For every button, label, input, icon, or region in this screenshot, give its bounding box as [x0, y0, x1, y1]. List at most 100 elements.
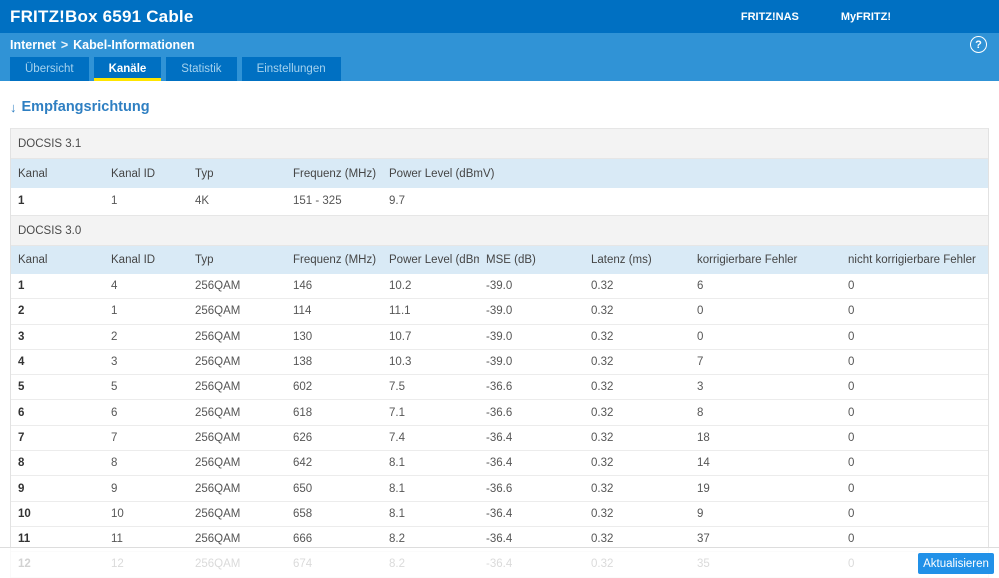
table-cell: 642: [293, 457, 313, 470]
table-cell: 138: [293, 356, 313, 369]
table-cell: 3: [697, 381, 704, 394]
table-cell: 0.32: [591, 507, 614, 520]
main-content: ↓ Empfangsrichtung DOCSIS 3.1 Kanal Kanal…: [0, 91, 999, 578]
table-cell: 256QAM: [195, 406, 241, 419]
table-cell: -39.0: [486, 305, 513, 318]
table-cell: 10: [18, 507, 31, 520]
table-cell: 0.32: [591, 457, 614, 470]
fritznas-link[interactable]: FRITZ!NAS: [741, 11, 799, 23]
table-cell: 3: [18, 330, 25, 343]
table-cell: 6: [697, 279, 704, 292]
table-cell: 4: [111, 279, 118, 292]
table-cell: 11.1: [389, 305, 411, 318]
column-header: korrigierbare Fehler: [697, 253, 798, 266]
table-cell: -39.0: [486, 330, 513, 343]
table-cell: 8.1: [389, 457, 405, 470]
table-cell: -39.0: [486, 279, 513, 292]
table-cell: 3: [111, 356, 118, 369]
down-arrow-icon: ↓: [10, 99, 17, 115]
table-row: 2 1 256QAM 114 11.1 -39.0 0.32 0 0: [11, 298, 988, 325]
table-cell: 4K: [195, 195, 210, 208]
table-cell: 256QAM: [195, 305, 241, 318]
table-cell: 0: [848, 381, 855, 394]
column-header: MSE (dB): [486, 253, 536, 266]
table-cell: 130: [293, 330, 313, 343]
table-row: 1 1 4K 151 - 325 9.7: [11, 188, 988, 215]
table-cell: 9: [697, 507, 704, 520]
table-cell: 5: [18, 381, 25, 394]
column-header: Power Level (dBmV): [389, 167, 495, 180]
column-header: nicht korrigierbare Fehler: [848, 253, 976, 266]
breadcrumb-separator-icon: >: [60, 38, 69, 52]
myfritz-link[interactable]: MyFRITZ!: [841, 11, 891, 23]
table-cell: 4: [18, 356, 25, 369]
table-cell: 0: [848, 406, 855, 419]
table-cell: 256QAM: [195, 330, 241, 343]
table-cell: 256QAM: [195, 381, 241, 394]
table-cell: 256QAM: [195, 431, 241, 444]
column-header: Kanal ID: [111, 253, 156, 266]
table-row: 8 8 256QAM 642 8.1 -36.4 0.32 14 0: [11, 450, 988, 476]
table-cell: 146: [293, 279, 313, 292]
tab-einstellungen[interactable]: Einstellungen: [241, 57, 341, 81]
table-cell: 0.32: [591, 406, 614, 419]
docsis31-header-row: Kanal Kanal ID Typ Frequenz (MHz) Power Leve…: [11, 159, 988, 188]
table-cell: 8.1: [389, 482, 405, 495]
table-cell: 1: [111, 305, 118, 318]
table-row: 6 6 256QAM 618 7.1 -36.6 0.32 8 0: [11, 399, 988, 426]
table-cell: 6: [111, 406, 118, 419]
column-header: Kanal ID: [111, 167, 156, 180]
docsis30-table: Kanal Kanal ID Typ Frequenz (MHz) Power Leve…: [11, 245, 988, 578]
table-cell: 0.32: [591, 356, 614, 369]
table-cell: 618: [293, 406, 313, 419]
table-cell: 7: [111, 431, 118, 444]
table-row: 10 10 256QAM 658 8.1 -36.4 0.32 9 0: [11, 501, 988, 527]
docsis30-header-row: Kanal Kanal ID Typ Frequenz (MHz) Power Leve…: [11, 245, 988, 274]
column-header: Latenz (ms): [591, 253, 652, 266]
table-cell: 10: [111, 507, 124, 520]
table-cell: 151 - 325: [293, 195, 342, 208]
table-cell: 7.1: [389, 406, 405, 419]
table-row: 1 4 256QAM 146 10.2 -39.0 0.32 6 0: [11, 273, 988, 299]
table-cell: 256QAM: [195, 356, 241, 369]
table-cell: -36.6: [486, 381, 513, 394]
table-row: 4 3 256QAM 138 10.3 -39.0 0.32 7 0: [11, 349, 988, 375]
column-header: Frequenz (MHz): [293, 167, 377, 180]
help-icon[interactable]: ?: [970, 36, 987, 53]
breadcrumb-internet[interactable]: Internet: [10, 38, 56, 52]
table-cell: -36.4: [486, 507, 513, 520]
column-header: Kanal: [18, 253, 48, 266]
table-cell: 0.32: [591, 279, 614, 292]
docsis31-table: Kanal Kanal ID Typ Frequenz (MHz) Power Leve…: [11, 159, 988, 216]
table-cell: 1: [18, 279, 25, 292]
breadcrumb-kabel-informationen[interactable]: Kabel-Informationen: [73, 38, 195, 52]
tab-kanaele[interactable]: Kanäle: [93, 57, 162, 81]
refresh-button[interactable]: Aktualisieren: [918, 553, 994, 574]
table-cell: 1: [111, 195, 118, 208]
table-cell: 1: [18, 195, 25, 208]
breadcrumb-bar: Internet > Kabel-Informationen ?: [0, 33, 999, 57]
table-cell: 256QAM: [195, 507, 241, 520]
table-cell: 658: [293, 507, 313, 520]
tab-uebersicht[interactable]: Übersicht: [10, 57, 89, 81]
table-row: 9 9 256QAM 650 8.1 -36.6 0.32 19 0: [11, 475, 988, 502]
column-header: Typ: [195, 253, 214, 266]
table-cell: 7.4: [389, 431, 405, 444]
table-cell: 114: [293, 305, 312, 318]
table-cell: 0.32: [591, 305, 614, 318]
table-cell: 0: [848, 305, 855, 318]
table-cell: 256QAM: [195, 457, 241, 470]
table-row: 7 7 256QAM 626 7.4 -36.4 0.32 18 0: [11, 425, 988, 451]
header-links: FRITZ!NAS MyFRITZ!: [741, 0, 899, 33]
table-cell: 0.32: [591, 482, 614, 495]
table-cell: -39.0: [486, 356, 513, 369]
table-cell: 9: [111, 482, 118, 495]
column-header: Power Level (dBmV): [389, 253, 479, 266]
table-cell: 0.32: [591, 330, 614, 343]
tab-bar: Übersicht Kanäle Statistik Einstellungen: [0, 57, 999, 81]
table-row: 3 2 256QAM 130 10.7 -39.0 0.32 0 0: [11, 324, 988, 350]
table-cell: 2: [18, 305, 25, 318]
tab-statistik[interactable]: Statistik: [166, 57, 237, 81]
docsis30-section-title: DOCSIS 3.0: [11, 215, 988, 246]
table-cell: 8: [697, 406, 704, 419]
